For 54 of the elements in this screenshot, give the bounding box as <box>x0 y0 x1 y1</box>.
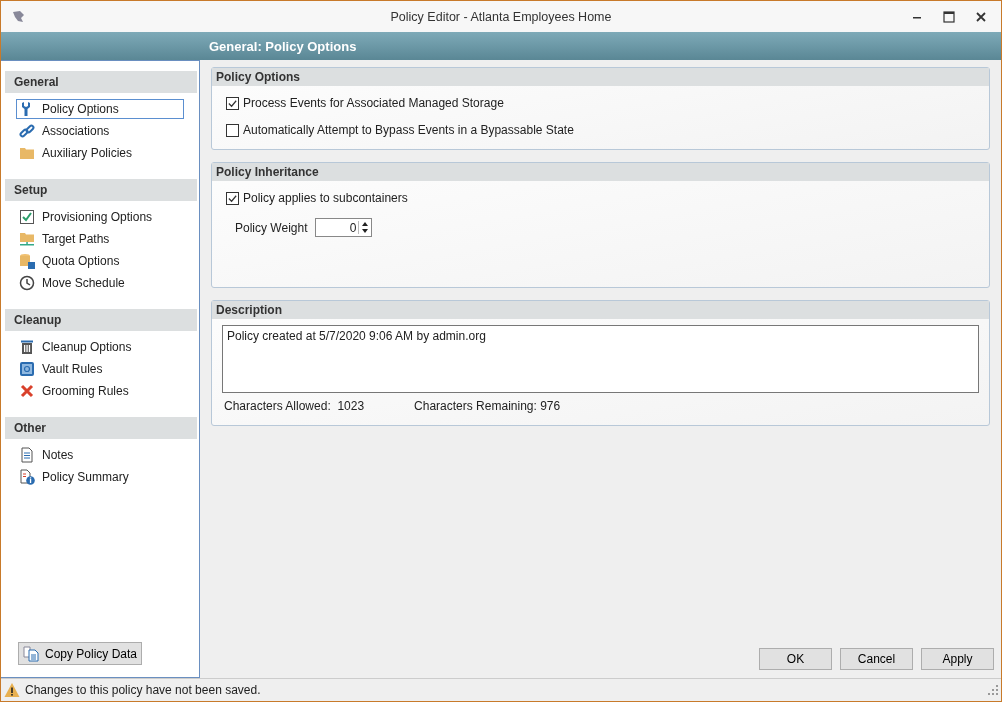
x-icon <box>19 383 35 399</box>
panel-title: Description <box>212 301 989 319</box>
window-title: Policy Editor - Atlanta Employees Home <box>390 9 612 24</box>
resize-grip-icon[interactable] <box>988 685 998 695</box>
checkbox-icon <box>19 209 35 225</box>
clock-icon <box>19 275 35 291</box>
sidebar-item[interactable]: Auxiliary Policies <box>16 143 184 163</box>
sidebar-item[interactable]: Cleanup Options <box>16 337 184 357</box>
document-icon <box>19 447 35 463</box>
section-header: Setup <box>5 179 197 201</box>
sidebar-item[interactable]: Quota Options <box>16 251 184 271</box>
panel-title: Policy Options <box>212 68 989 86</box>
section-header: Other <box>5 417 197 439</box>
link-icon <box>19 123 35 139</box>
app-icon <box>11 8 27 25</box>
sidebar-item[interactable]: Grooming Rules <box>16 381 184 401</box>
characters-allowed-text: Characters Allowed: 1023 <box>224 399 365 413</box>
checkbox[interactable] <box>226 191 239 205</box>
copy-icon <box>23 645 39 662</box>
warning-icon <box>4 682 20 698</box>
close-icon[interactable] <box>975 10 987 23</box>
section-header: Cleanup <box>5 309 197 331</box>
sidebar-item[interactable]: Associations <box>16 121 184 141</box>
folder-network-icon <box>19 231 35 247</box>
characters-remaining-text: Characters Remaining: 976 <box>414 399 561 413</box>
sidebar-item[interactable]: Target Paths <box>16 229 184 249</box>
description-field[interactable]: Policy created at 5/7/2020 9:06 AM by admin.org <box>222 325 979 393</box>
sidebar-item[interactable]: Notes <box>16 445 184 465</box>
sidebar-item[interactable]: Policy Summary <box>16 467 184 487</box>
dialog-button[interactable]: Cancel <box>840 648 913 670</box>
section-header: General <box>5 71 197 93</box>
checkbox[interactable] <box>226 123 239 137</box>
maximize-icon[interactable] <box>943 10 955 23</box>
checkbox-option[interactable]: Automatically Attempt to Bypass Events in a Bypassable State <box>226 123 975 137</box>
database-icon <box>19 253 35 269</box>
status-message: Changes to this policy have not been saved. <box>25 683 261 697</box>
sidebar-item[interactable]: Policy Options <box>16 99 184 119</box>
dialog-button[interactable]: Apply <box>921 648 994 670</box>
document-info-icon <box>19 469 35 485</box>
field-label: Policy Weight <box>235 220 308 235</box>
folder-icon <box>19 145 35 161</box>
page-heading: General: Policy Options <box>209 38 357 54</box>
safe-icon <box>19 361 35 377</box>
copy-policy-data-button[interactable]: Copy Policy Data <box>18 642 143 665</box>
panel-title: Policy Inheritance <box>212 163 989 181</box>
sidebar-item[interactable]: Move Schedule <box>16 273 184 293</box>
sidebar-item[interactable]: Provisioning Options <box>16 207 184 227</box>
checkbox-option[interactable]: Process Events for Associated Managed Storage <box>226 96 975 110</box>
trash-icon <box>19 339 35 355</box>
policy-weight-spinner[interactable]: 0 <box>315 218 373 237</box>
checkbox-option[interactable]: Policy applies to subcontainers <box>226 191 975 205</box>
sidebar-item[interactable]: Vault Rules <box>16 359 184 379</box>
checkbox[interactable] <box>226 96 239 110</box>
dialog-button[interactable]: OK <box>759 648 832 670</box>
